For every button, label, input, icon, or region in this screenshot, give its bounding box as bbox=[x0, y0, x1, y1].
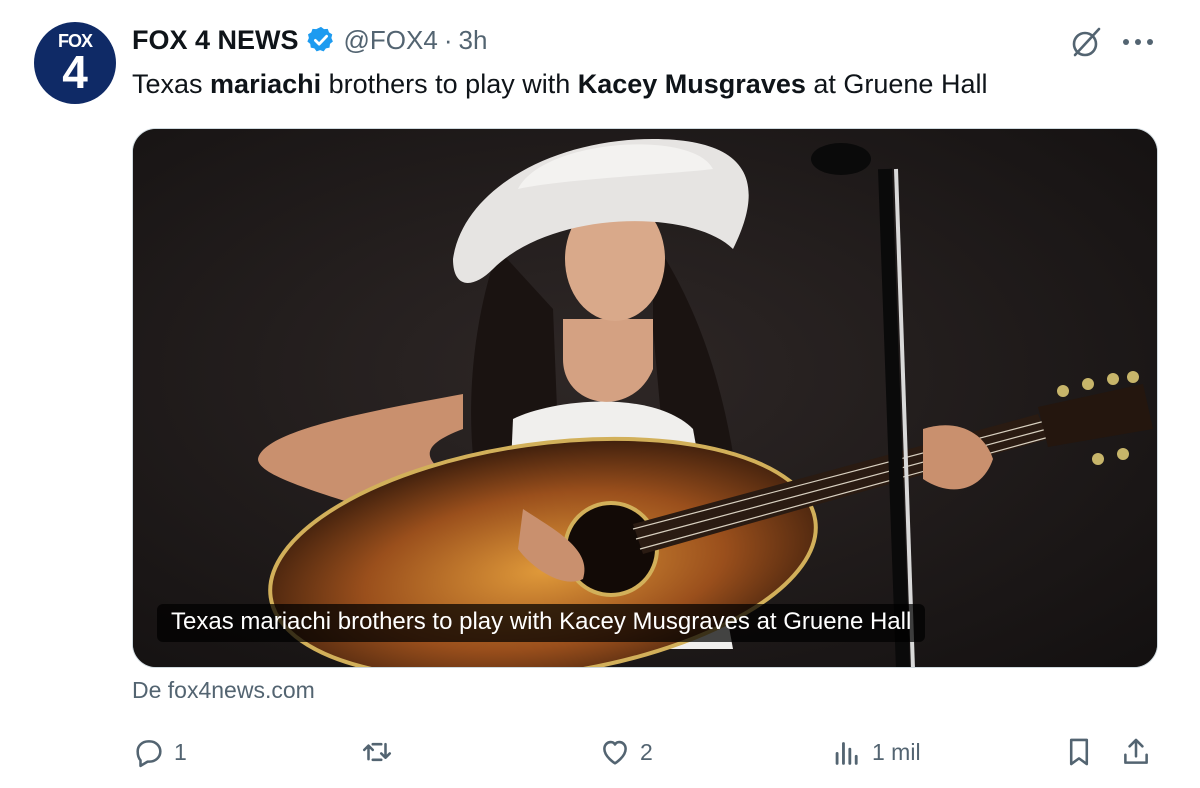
tweet-text-bold: Kacey Musgraves bbox=[577, 69, 806, 99]
views-button[interactable]: 1 mil bbox=[830, 730, 921, 774]
tweet-text-part: brothers to play with bbox=[321, 69, 578, 99]
bookmark-button[interactable] bbox=[1062, 730, 1096, 774]
retweet-icon bbox=[362, 742, 392, 762]
action-bar: 1 2 1 mil bbox=[132, 730, 1162, 774]
link-card-image[interactable]: Texas mariachi brothers to play with Kac… bbox=[132, 128, 1158, 668]
avatar[interactable]: FOX 4 bbox=[34, 22, 116, 104]
more-icon[interactable] bbox=[1118, 30, 1158, 54]
tweet[interactable]: FOX 4 FOX 4 NEWS @FOX4 · 3h Texas mariac… bbox=[0, 0, 1200, 788]
display-name[interactable]: FOX 4 NEWS bbox=[132, 25, 299, 56]
handle[interactable]: @FOX4 bbox=[344, 25, 438, 56]
views-icon bbox=[835, 742, 858, 765]
card-title-overlay: Texas mariachi brothers to play with Kac… bbox=[157, 604, 926, 642]
tweet-text-part: at Gruene Hall bbox=[805, 69, 988, 99]
like-button[interactable]: 2 bbox=[598, 730, 653, 774]
share-button[interactable] bbox=[1119, 730, 1153, 774]
reply-count: 1 bbox=[174, 738, 187, 765]
grok-icon[interactable] bbox=[1066, 22, 1106, 62]
verified-badge-icon[interactable] bbox=[306, 25, 336, 55]
share-icon bbox=[1124, 738, 1148, 764]
tweet-header: FOX 4 NEWS @FOX4 · 3h bbox=[132, 22, 487, 58]
separator-dot: · bbox=[443, 24, 453, 55]
like-count: 2 bbox=[640, 738, 653, 765]
retweet-button[interactable] bbox=[360, 730, 402, 774]
bookmark-icon bbox=[1069, 738, 1089, 766]
avatar-logo-number: 4 bbox=[62, 46, 88, 98]
like-icon bbox=[603, 740, 627, 765]
timestamp[interactable]: 3h bbox=[459, 25, 488, 56]
tweet-text-bold: mariachi bbox=[210, 69, 322, 99]
concert-photo bbox=[133, 129, 1157, 667]
tweet-text: Texas mariachi brothers to play with Kac… bbox=[132, 64, 987, 104]
tweet-text-part: Texas bbox=[132, 69, 211, 99]
reply-icon bbox=[136, 740, 162, 768]
card-source[interactable]: De fox4news.com bbox=[132, 677, 315, 704]
reply-button[interactable]: 1 bbox=[132, 730, 187, 774]
views-count: 1 mil bbox=[872, 738, 921, 765]
